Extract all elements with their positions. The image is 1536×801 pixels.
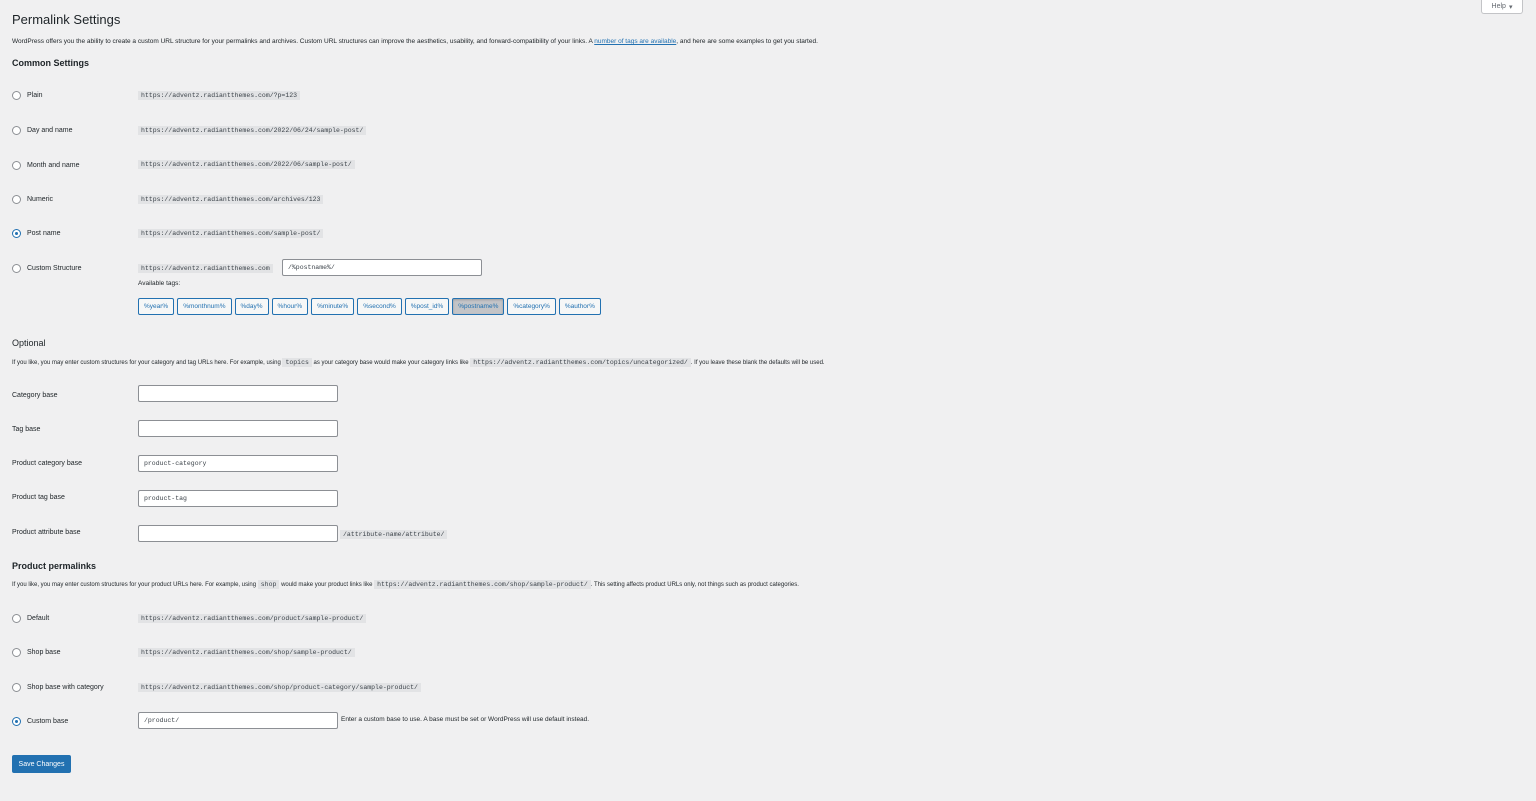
product-category-base-input[interactable]: product-category xyxy=(138,455,338,472)
optional-desc-code-1: topics xyxy=(282,358,312,367)
post-name-radio[interactable] xyxy=(12,229,21,238)
plain-example: https://adventz.radiantthemes.com/?p=123 xyxy=(138,91,301,100)
custom-base-label: Custom base xyxy=(27,718,69,725)
product-tag-base-input[interactable]: product-tag xyxy=(138,490,338,507)
tag-post-id-button[interactable]: %post_id% xyxy=(404,298,450,315)
day-and-name-label: Day and name xyxy=(27,127,73,134)
tag-postname-button[interactable]: %postname% xyxy=(452,298,505,315)
option-custom-base[interactable]: Custom base xyxy=(12,717,68,726)
save-changes-button[interactable]: Save Changes xyxy=(12,755,71,773)
shop-base-label: Shop base xyxy=(27,649,61,656)
optional-description: If you like, you may enter custom struct… xyxy=(12,358,825,367)
tag-category-button[interactable]: %category% xyxy=(507,298,556,315)
shop-base-with-category-label: Shop base with category xyxy=(27,684,104,691)
month-and-name-radio[interactable] xyxy=(12,161,21,170)
custom-base-radio[interactable] xyxy=(12,717,21,726)
tag-base-input[interactable] xyxy=(138,420,338,437)
shop-base-with-category-radio[interactable] xyxy=(12,683,21,692)
option-default[interactable]: Default xyxy=(12,614,49,623)
shop-base-radio[interactable] xyxy=(12,648,21,657)
month-and-name-example: https://adventz.radiantthemes.com/2022/0… xyxy=(138,160,355,169)
optional-desc-part-1: If you like, you may enter custom struct… xyxy=(12,360,281,366)
product-desc-part-3: . This setting affects product URLs only… xyxy=(590,582,799,588)
optional-desc-code-2: https://adventz.radiantthemes.com/topics… xyxy=(470,358,691,367)
help-label: Help xyxy=(1491,3,1506,10)
option-day-and-name[interactable]: Day and name xyxy=(12,126,73,135)
optional-desc-part-3: . If you leave these blank the defaults … xyxy=(690,360,825,366)
custom-base-input[interactable]: /product/ xyxy=(138,712,338,729)
page-title: Permalink Settings xyxy=(12,12,121,27)
optional-heading: Optional xyxy=(12,338,46,348)
plain-radio[interactable] xyxy=(12,91,21,100)
product-attribute-base-label: Product attribute base xyxy=(12,529,81,536)
custom-structure-input[interactable]: /%postname%/ xyxy=(282,259,482,276)
post-name-label: Post name xyxy=(27,230,61,237)
month-and-name-label: Month and name xyxy=(27,162,80,169)
tags-link[interactable]: number of tags are available xyxy=(594,38,676,45)
product-permalinks-heading: Product permalinks xyxy=(12,561,97,571)
default-example: https://adventz.radiantthemes.com/produc… xyxy=(138,614,367,623)
option-shop-base-with-category[interactable]: Shop base with category xyxy=(12,683,104,692)
tag-monthnum-button[interactable]: %monthnum% xyxy=(177,298,232,315)
tag-minute-button[interactable]: %minute% xyxy=(311,298,355,315)
intro-text: WordPress offers you the ability to crea… xyxy=(12,38,818,45)
product-desc-code-1: shop xyxy=(257,580,280,589)
intro-text-before: WordPress offers you the ability to crea… xyxy=(12,38,595,45)
day-and-name-example: https://adventz.radiantthemes.com/2022/0… xyxy=(138,126,367,135)
product-category-base-label: Product category base xyxy=(12,460,83,467)
category-base-input[interactable] xyxy=(138,385,338,402)
available-tags: %year% %monthnum% %day% %hour% %minute% … xyxy=(138,298,601,315)
product-permalinks-description: If you like, you may enter custom struct… xyxy=(12,580,799,589)
intro-text-after: , and here are some examples to get you … xyxy=(676,38,818,45)
numeric-label: Numeric xyxy=(27,196,54,203)
option-plain[interactable]: Plain xyxy=(12,91,43,100)
day-and-name-radio[interactable] xyxy=(12,126,21,135)
option-post-name[interactable]: Post name xyxy=(12,229,60,238)
option-month-and-name[interactable]: Month and name xyxy=(12,161,80,170)
caret-down-icon: ▾ xyxy=(1508,3,1513,11)
option-custom-structure[interactable]: Custom Structure xyxy=(12,264,81,273)
option-shop-base[interactable]: Shop base xyxy=(12,648,60,657)
numeric-radio[interactable] xyxy=(12,195,21,204)
numeric-example: https://adventz.radiantthemes.com/archiv… xyxy=(138,195,324,204)
shop-base-with-category-example: https://adventz.radiantthemes.com/shop/p… xyxy=(138,683,421,692)
custom-structure-prefix: https://adventz.radiantthemes.com xyxy=(138,264,273,273)
default-radio[interactable] xyxy=(12,614,21,623)
help-button[interactable]: Help ▾ xyxy=(1481,0,1523,14)
custom-structure-radio[interactable] xyxy=(12,264,21,273)
plain-label: Plain xyxy=(27,92,43,99)
product-desc-part-2: would make your product links like xyxy=(281,582,373,588)
optional-desc-part-2: as your category base would make your ca… xyxy=(313,360,469,366)
default-label: Default xyxy=(27,615,50,622)
tag-hour-button[interactable]: %hour% xyxy=(271,298,309,315)
tag-day-button[interactable]: %day% xyxy=(234,298,269,315)
shop-base-example: https://adventz.radiantthemes.com/shop/s… xyxy=(138,648,355,657)
available-tags-label: Available tags: xyxy=(138,280,181,287)
category-base-label: Category base xyxy=(12,392,58,399)
product-desc-part-1: If you like, you may enter custom struct… xyxy=(12,582,257,588)
custom-base-note: Enter a custom base to use. A base must … xyxy=(341,716,590,723)
tag-year-button[interactable]: %year% xyxy=(138,298,175,315)
custom-structure-label: Custom Structure xyxy=(27,265,82,272)
product-attribute-suffix: /attribute-name/attribute/ xyxy=(340,530,448,539)
tag-second-button[interactable]: %second% xyxy=(357,298,402,315)
product-attribute-base-input[interactable] xyxy=(138,525,338,542)
tag-base-label: Tag base xyxy=(12,426,41,433)
product-desc-code-2: https://adventz.radiantthemes.com/shop/s… xyxy=(374,580,591,589)
tag-author-button[interactable]: %author% xyxy=(558,298,601,315)
product-tag-base-label: Product tag base xyxy=(12,494,65,501)
post-name-example: https://adventz.radiantthemes.com/sample… xyxy=(138,229,324,238)
common-settings-heading: Common Settings xyxy=(12,58,90,68)
option-numeric[interactable]: Numeric xyxy=(12,195,53,204)
